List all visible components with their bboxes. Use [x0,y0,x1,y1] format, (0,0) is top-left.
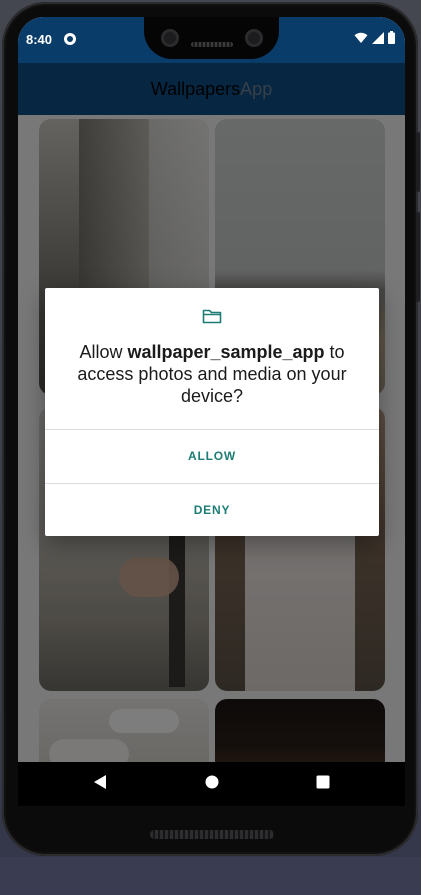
home-button[interactable] [190,762,234,806]
wifi-icon [354,31,368,49]
deny-button[interactable]: DENY [45,484,379,536]
status-time: 8:40 [26,32,53,47]
front-camera-left [161,29,179,47]
battery-icon [388,31,395,49]
device-screen: 8:40 Allow wallpaper_sample_app to acces… [18,17,405,762]
back-icon [93,774,107,795]
app-name: wallpaper_sample_app [127,342,325,362]
recents-button[interactable] [301,762,345,806]
host-background-strip [0,857,421,895]
message-prefix: Allow [79,342,128,362]
home-icon [205,775,219,794]
earpiece-speaker [191,42,233,47]
permission-dialog: Allow wallpaper_sample_app to access pho… [45,288,379,536]
cellular-signal-icon [372,31,384,49]
front-camera-right [245,29,263,47]
navigation-bar [18,762,405,806]
phone-frame: 8:40 Allow wallpaper_sample_app to acces… [2,2,420,856]
back-button[interactable] [78,762,122,806]
volume-button [416,212,420,302]
allow-button[interactable]: ALLOW [45,430,379,482]
display-notch [144,17,279,59]
emulator-viewport: 8:40 Allow wallpaper_sample_app to acces… [0,0,421,895]
recents-icon [316,775,330,794]
bottom-speaker-grille [150,830,274,839]
app-notification-icon [64,33,76,45]
status-icons [354,31,395,49]
permission-message: Allow wallpaper_sample_app to access pho… [63,341,361,407]
folder-icon [202,308,222,324]
power-button [416,132,420,192]
